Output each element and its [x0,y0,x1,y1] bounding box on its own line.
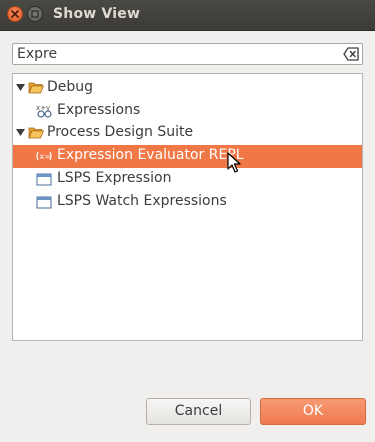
cancel-button[interactable]: Cancel [146,398,251,425]
tree-item-label: LSPS Expression [57,170,172,186]
tree-category-process-design-suite[interactable]: Process Design Suite [13,122,362,145]
clear-search-icon[interactable] [343,47,359,61]
window-title: Show View [53,6,141,22]
expand-arrow-icon[interactable] [16,83,25,92]
tree-item-label: Debug [47,79,94,95]
tree-item-lsps-watch-expressions[interactable]: LSPS Watch Expressions [13,191,362,214]
folder-open-icon [28,127,44,139]
tree-category-debug[interactable]: Debug [13,77,362,100]
tree-item-label: LSPS Watch Expressions [57,193,227,209]
folder-open-icon [28,82,44,94]
mouse-cursor-icon [227,152,241,173]
minimize-icon[interactable] [27,6,43,22]
close-icon[interactable] [7,6,23,22]
svg-text:x=: x= [40,152,51,161]
tree-item-expression-evaluator-repl[interactable]: x= Expression Evaluator REPL [13,145,362,168]
search-field[interactable] [12,43,363,65]
tree-item-label: Expressions [57,102,141,118]
view-window-icon [36,196,52,209]
repl-icon: x= [36,151,52,161]
tree-item-lsps-expression[interactable]: LSPS Expression [13,168,362,191]
show-view-dialog: Show View Debug x+y [0,0,375,442]
expand-arrow-icon[interactable] [16,128,25,137]
search-input[interactable] [17,45,327,63]
expressions-icon: x+y [36,104,52,118]
title-bar[interactable]: Show View [0,0,375,31]
tree-item-label: Expression Evaluator REPL [57,147,244,163]
ok-button[interactable]: OK [260,398,366,425]
view-tree[interactable]: Debug x+y Expressions Process Design Sui… [12,73,363,341]
view-window-icon [36,173,52,186]
tree-item-expressions[interactable]: x+y Expressions [13,100,362,123]
tree-item-label: Process Design Suite [47,124,194,140]
